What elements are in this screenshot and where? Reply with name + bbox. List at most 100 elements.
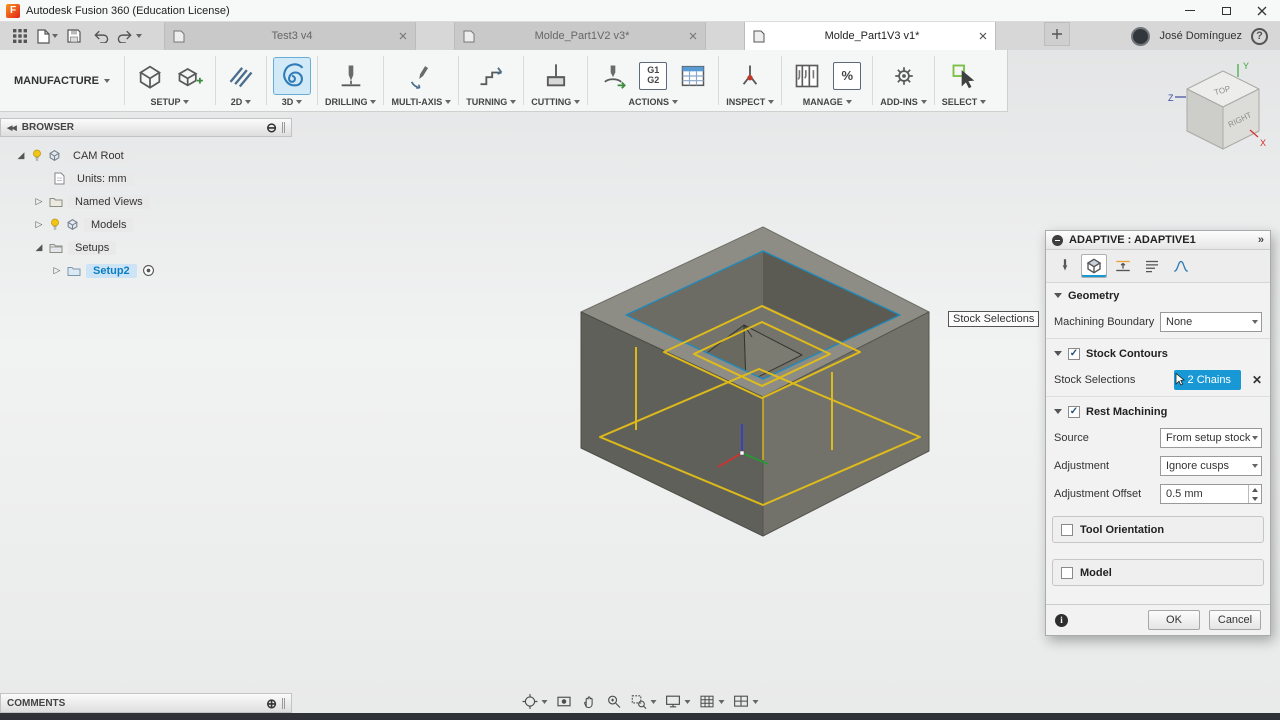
actions-menu[interactable]: ACTIONS <box>629 97 679 107</box>
chains-selection-button[interactable]: 2 Chains <box>1173 370 1241 390</box>
3d-menu[interactable]: 3D <box>282 97 303 107</box>
pan-button[interactable] <box>581 693 598 710</box>
gcode-button[interactable]: G1 G2 <box>635 58 671 94</box>
user-avatar[interactable] <box>1131 26 1151 46</box>
info-icon[interactable]: i <box>1055 613 1068 627</box>
inspect-button[interactable] <box>732 58 768 94</box>
adjustment-select[interactable]: Ignore cusps <box>1160 456 1262 476</box>
turning-button[interactable] <box>473 58 509 94</box>
2d-pocket-button[interactable] <box>223 58 259 94</box>
maximize-button[interactable] <box>1208 0 1244 21</box>
tool-orientation-checkbox[interactable] <box>1061 523 1073 536</box>
zoom-button[interactable] <box>606 693 623 710</box>
grid-snap-button[interactable] <box>699 693 725 710</box>
dialog-header[interactable]: ADAPTIVE : ADAPTIVE1 » <box>1046 231 1270 250</box>
tool-orientation-section[interactable]: Tool Orientation <box>1052 516 1264 543</box>
add-comment-icon[interactable]: ⊕ <box>266 697 277 710</box>
save-button[interactable] <box>62 24 86 48</box>
panel-grip[interactable] <box>282 697 285 709</box>
app-grid-button[interactable] <box>8 24 32 48</box>
inspect-menu[interactable]: INSPECT <box>726 97 775 107</box>
redo-button[interactable] <box>116 24 142 48</box>
browser-header[interactable]: ◀◀ BROWSER ⊖ <box>0 118 292 137</box>
select-menu[interactable]: SELECT <box>942 97 987 107</box>
tree-item-named-views[interactable]: ▷ Named Views <box>0 191 292 212</box>
rest-machining-section-header[interactable]: ✓ Rest Machining <box>1046 399 1270 424</box>
collapse-panel-icon[interactable]: ◀◀ <box>7 124 17 132</box>
new-folder-setup-button[interactable] <box>172 58 208 94</box>
document-tab-1[interactable]: Test3 v4 <box>164 22 416 50</box>
close-button[interactable] <box>1244 0 1280 21</box>
geometry-section-header[interactable]: Geometry <box>1046 283 1270 308</box>
panel-grip[interactable] <box>282 122 285 133</box>
2d-menu[interactable]: 2D <box>231 97 252 107</box>
new-tab-button[interactable] <box>1044 22 1070 46</box>
file-menu-button[interactable] <box>35 24 59 48</box>
tree-item-setups[interactable]: ◢ Setups <box>0 237 292 258</box>
drilling-menu[interactable]: DRILLING <box>325 97 377 107</box>
spin-down-icon[interactable] <box>1249 494 1261 503</box>
minimize-button[interactable] <box>1172 0 1208 21</box>
add-ins-button[interactable] <box>886 58 922 94</box>
ok-button[interactable]: OK <box>1148 610 1200 630</box>
spin-up-icon[interactable] <box>1249 485 1261 494</box>
cutting-menu[interactable]: CUTTING <box>531 97 581 107</box>
cancel-button[interactable]: Cancel <box>1209 610 1261 630</box>
model-section[interactable]: Model <box>1052 559 1264 586</box>
visibility-bulb-icon[interactable] <box>31 149 43 162</box>
tab-geometry[interactable] <box>1081 254 1107 278</box>
adaptive-clearing-button[interactable] <box>272 57 311 95</box>
document-tab-3-active[interactable]: Molde_Part1V3 v1* <box>744 22 996 50</box>
undo-button[interactable] <box>89 24 113 48</box>
adjustment-offset-input[interactable]: 0.5 mm <box>1160 484 1262 504</box>
tree-item-setup2-selected[interactable]: ▷ Setup2 <box>0 260 292 281</box>
multi-axis-menu[interactable]: MULTI-AXIS <box>391 97 452 107</box>
manage-menu[interactable]: MANAGE <box>803 97 852 107</box>
zoom-window-button[interactable] <box>631 693 657 710</box>
tab-tool[interactable] <box>1052 254 1078 278</box>
tool-library-button[interactable] <box>789 58 825 94</box>
expanded-icon[interactable]: ◢ <box>16 150 26 161</box>
turning-menu[interactable]: TURNING <box>466 97 517 107</box>
tab-passes[interactable] <box>1139 254 1165 278</box>
feeds-speeds-button[interactable]: % <box>829 58 865 94</box>
display-settings-button[interactable] <box>665 693 691 710</box>
stock-contours-section-header[interactable]: ✓ Stock Contours <box>1046 341 1270 366</box>
tree-item-units[interactable]: Units: mm <box>0 168 292 189</box>
close-tab-icon[interactable] <box>399 32 407 40</box>
collapse-dialog-icon[interactable] <box>1052 234 1063 246</box>
stock-contours-checkbox[interactable]: ✓ <box>1068 347 1080 360</box>
active-setup-radio-icon[interactable] <box>142 264 155 277</box>
setup-menu[interactable]: SETUP <box>150 97 190 107</box>
help-button[interactable]: ? <box>1251 27 1268 45</box>
setup-sheet-button[interactable] <box>675 58 711 94</box>
tab-heights[interactable] <box>1110 254 1136 278</box>
rest-machining-checkbox[interactable]: ✓ <box>1068 405 1080 418</box>
select-button[interactable] <box>946 58 982 94</box>
orbit-button[interactable] <box>522 693 548 710</box>
post-process-button[interactable] <box>595 58 631 94</box>
hide-panel-icon[interactable]: ⊖ <box>266 121 277 134</box>
look-at-button[interactable] <box>556 693 573 710</box>
document-tab-2[interactable]: Molde_Part1V2 v3* <box>454 22 706 50</box>
add-ins-menu[interactable]: ADD-INS <box>880 97 927 107</box>
clear-selection-icon[interactable]: ✕ <box>1252 373 1262 387</box>
model-checkbox[interactable] <box>1061 566 1073 579</box>
drilling-button[interactable] <box>333 58 369 94</box>
new-setup-button[interactable] <box>132 58 168 94</box>
machining-boundary-select[interactable]: None <box>1160 312 1262 332</box>
visibility-bulb-icon[interactable] <box>49 218 61 231</box>
close-tab-icon[interactable] <box>979 32 987 40</box>
cutting-button[interactable] <box>538 58 574 94</box>
collapsed-icon[interactable]: ▷ <box>34 196 44 207</box>
source-select[interactable]: From setup stock <box>1160 428 1262 448</box>
viewports-button[interactable] <box>733 693 759 710</box>
expanded-icon[interactable]: ◢ <box>34 242 44 253</box>
expand-dialog-icon[interactable]: » <box>1258 234 1264 246</box>
tree-item-models[interactable]: ▷ Models <box>0 214 292 235</box>
tab-linking[interactable] <box>1168 254 1194 278</box>
tree-item-cam-root[interactable]: ◢ CAM Root <box>0 145 292 166</box>
comments-header[interactable]: COMMENTS ⊕ <box>0 693 292 713</box>
workspace-switcher[interactable]: MANUFACTURE <box>0 50 124 111</box>
multi-axis-button[interactable] <box>403 58 439 94</box>
